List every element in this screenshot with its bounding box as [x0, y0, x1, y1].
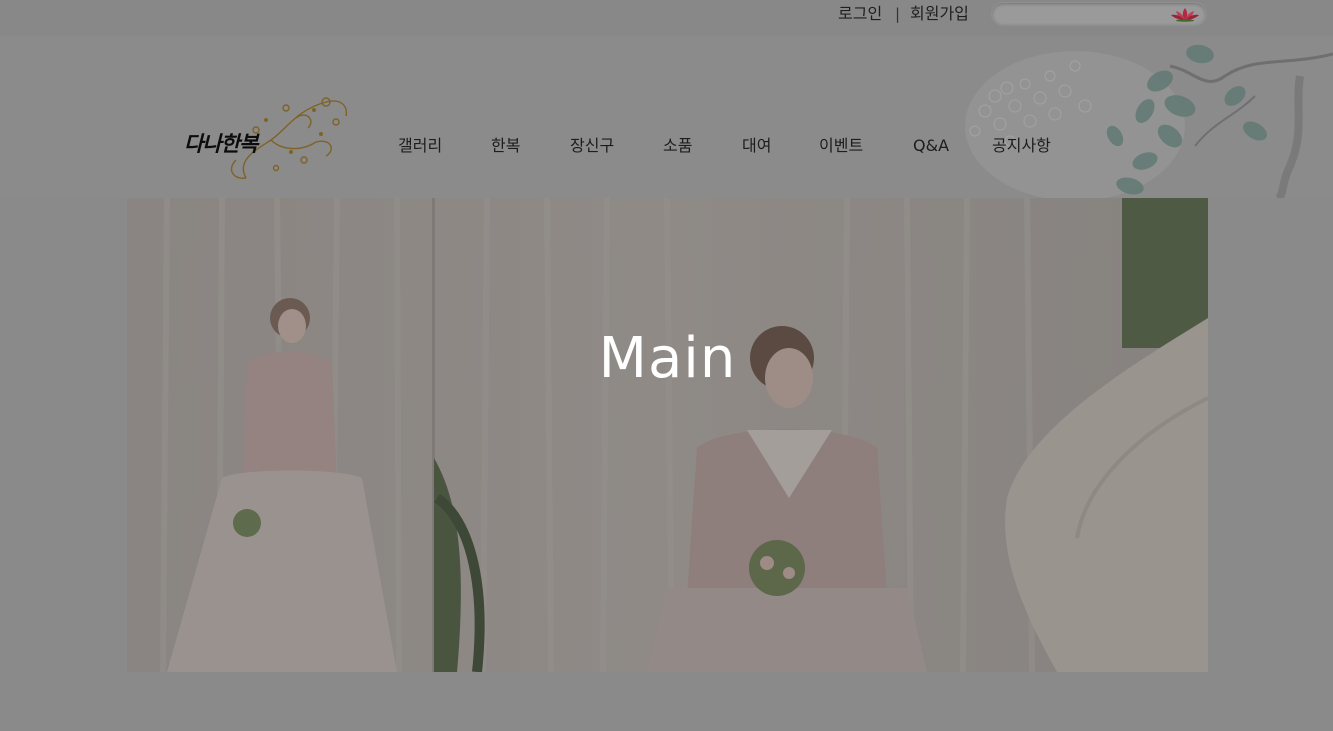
nav-item-rental[interactable]: 대여 — [742, 135, 771, 157]
logo-text: 다나한복 — [184, 131, 258, 156]
link-separator: | — [895, 5, 901, 23]
nav-item-event[interactable]: 이벤트 — [819, 135, 863, 157]
nav-item-props[interactable]: 소품 — [663, 135, 692, 157]
nav-item-qna[interactable]: Q&A — [913, 135, 949, 157]
nav-item-gallery[interactable]: 갤러리 — [398, 135, 442, 157]
nav-item-hanbok[interactable]: 한복 — [491, 135, 520, 157]
nav-item-accessories[interactable]: 장신구 — [570, 135, 614, 157]
search-box — [991, 2, 1207, 26]
floral-branch-icon — [965, 44, 1333, 198]
login-link[interactable]: 로그인 — [838, 3, 882, 25]
hero-banner: Main — [127, 198, 1208, 672]
search-input[interactable] — [1002, 5, 1166, 25]
signup-link[interactable]: 회원가입 — [910, 3, 969, 25]
lotus-icon[interactable] — [1170, 6, 1200, 22]
hero-title: Main — [598, 326, 737, 391]
site-header: 다나한복 갤러리 한복 장신구 소품 대여 이벤트 Q&A 공지사항 — [0, 36, 1333, 198]
hero-photo — [127, 198, 1208, 672]
top-utility-bar: 로그인 | 회원가입 — [0, 0, 1333, 36]
site-logo[interactable]: 다나한복 — [176, 90, 356, 182]
nav-item-notice[interactable]: 공지사항 — [992, 135, 1051, 157]
